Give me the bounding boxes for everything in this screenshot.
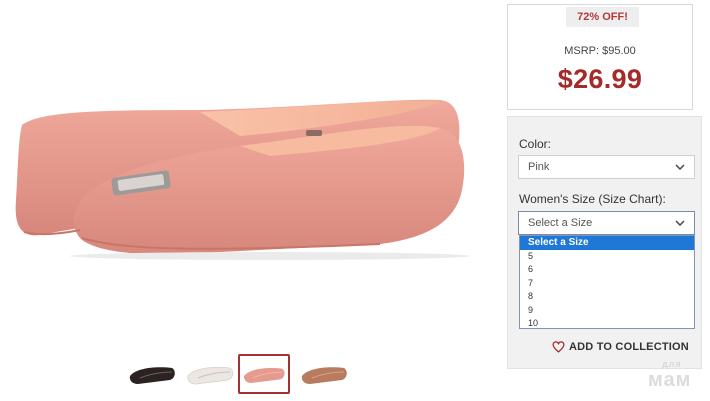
size-select-value: Select a Size [528,217,593,229]
thumbnail-bronze[interactable] [298,354,350,394]
color-label: Color: [519,137,552,151]
thumbnail-black[interactable] [126,354,178,394]
shoe-thumbnail-icon [187,366,234,385]
size-option[interactable]: Select a Size [520,236,694,250]
add-to-collection-button[interactable]: ADD TO COLLECTION [552,341,689,357]
watermark-small-text: для [662,359,682,369]
size-dropdown-list: Select a Size 5 6 7 8 9 10 [519,235,695,329]
current-price: $26.99 [557,64,643,94]
size-label: Women's Size (Size Chart): [519,192,666,206]
chevron-down-icon [675,220,685,227]
size-option[interactable]: 6 [520,263,694,277]
shoe-thumbnail-icon [301,367,347,384]
watermark-big-text: мам [648,369,692,391]
discount-badge: 72% OFF! [566,7,639,27]
shoe-illustration [15,99,470,260]
chevron-down-icon [675,164,685,171]
color-select[interactable]: Pink [518,155,695,179]
product-main-image[interactable] [0,0,500,340]
heart-icon [552,341,565,353]
size-option[interactable]: 7 [520,277,694,291]
add-to-collection-label: ADD TO COLLECTION [569,341,689,353]
size-option[interactable]: 9 [520,304,694,318]
thumbnail-pink[interactable] [238,354,290,394]
size-option[interactable]: 10 [520,317,694,331]
size-option[interactable]: 8 [520,290,694,304]
shoe-thumbnail-icon [244,367,285,383]
color-select-value: Pink [528,161,550,173]
site-watermark: для мам [648,359,706,395]
shoe-thumbnail-icon [129,367,175,384]
msrp-price: MSRP: $95.00 [564,45,636,57]
size-select[interactable]: Select a Size [518,211,695,235]
thumbnail-strip [126,354,352,396]
size-option[interactable]: 5 [520,250,694,264]
thumbnail-white[interactable] [184,354,236,394]
